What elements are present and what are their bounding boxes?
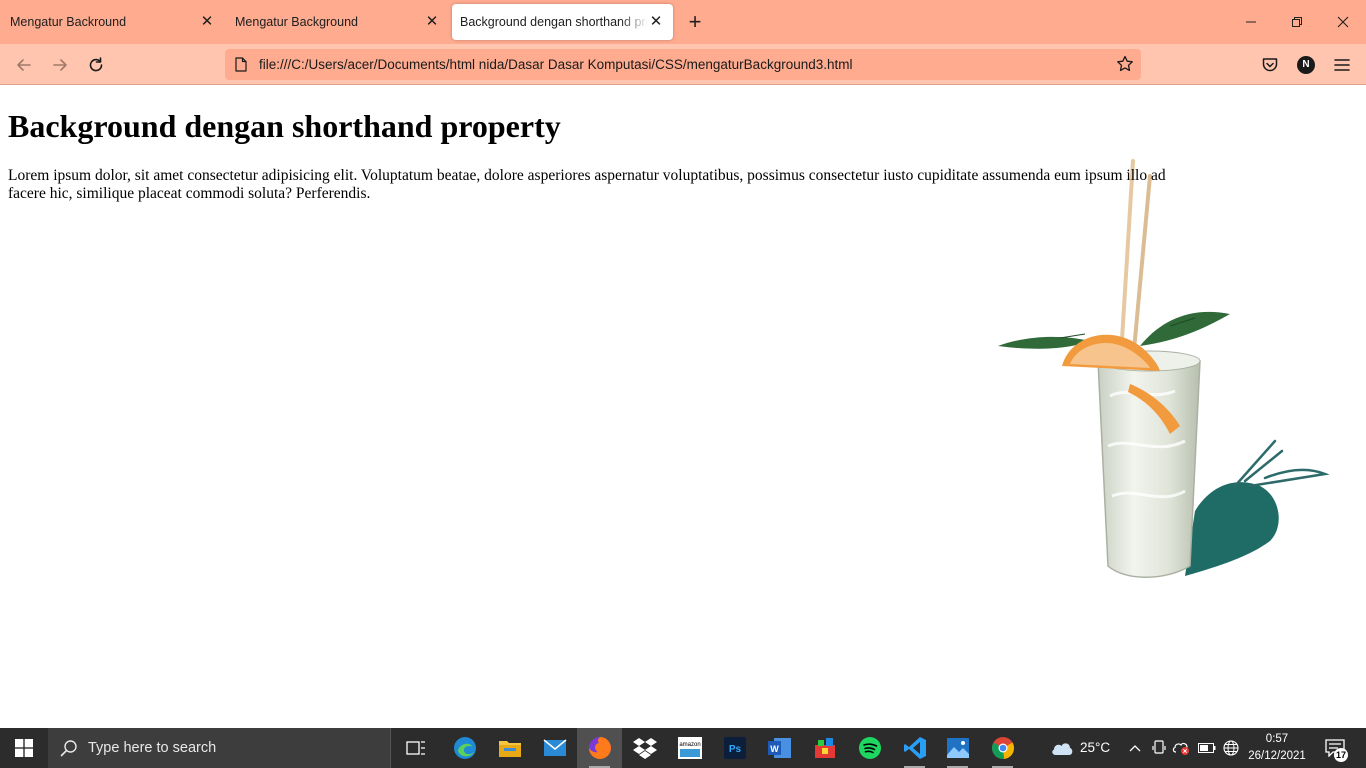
windows-start-icon[interactable]: [0, 728, 48, 768]
dropbox-icon[interactable]: [622, 728, 667, 768]
taskbar-clock[interactable]: 0:57 26/12/2021: [1244, 731, 1310, 765]
tab-label: Mengatur Background: [235, 15, 358, 29]
chrome-icon[interactable]: [980, 728, 1025, 768]
taskbar-search-box[interactable]: Type here to search: [48, 728, 391, 768]
new-tab-plus-icon[interactable]: +: [684, 11, 706, 33]
app-store-icon[interactable]: [802, 728, 847, 768]
battery-icon[interactable]: [1196, 728, 1218, 768]
minimize-window-icon[interactable]: [1228, 0, 1274, 44]
cocktail-background-image: [998, 159, 1330, 578]
page-viewport: Background dengan shorthand property Lor…: [0, 86, 1366, 728]
close-tab-icon[interactable]: ✕: [647, 13, 665, 31]
navigation-toolbar: file:///C:/Users/acer/Documents/html nid…: [0, 44, 1366, 85]
notification-count-badge: 17: [1334, 748, 1348, 762]
page-paragraph: Lorem ipsum dolor, sit amet consectetur …: [8, 167, 1166, 202]
globe-network-icon[interactable]: [1220, 728, 1242, 768]
chevron-up-icon[interactable]: [1124, 728, 1146, 768]
svg-text:Ps: Ps: [728, 744, 741, 755]
restore-window-icon[interactable]: [1274, 0, 1320, 44]
close-tab-icon[interactable]: ✕: [423, 13, 441, 31]
edge-icon[interactable]: [442, 728, 487, 768]
tab-label: Mengatur Backround: [10, 15, 127, 29]
clock-time: 0:57: [1265, 733, 1289, 745]
photos-icon[interactable]: [935, 728, 980, 768]
search-placeholder: Type here to search: [88, 740, 217, 756]
svg-text:W: W: [770, 744, 779, 754]
tab-label: Background dengan shorthand property: [460, 15, 648, 29]
close-window-icon[interactable]: [1320, 0, 1366, 44]
url-text[interactable]: file:///C:/Users/acer/Documents/html nid…: [259, 57, 853, 72]
weather-temperature[interactable]: 25°C: [1080, 740, 1110, 755]
bookmark-star-icon[interactable]: [1115, 54, 1135, 74]
word-icon[interactable]: W: [757, 728, 802, 768]
vscode-icon[interactable]: [892, 728, 937, 768]
photoshop-icon[interactable]: Ps: [712, 728, 757, 768]
notification-center-icon[interactable]: [1320, 728, 1350, 768]
cloud-sync-error-icon[interactable]: [1170, 728, 1192, 768]
amazon-icon[interactable]: amazon: [667, 728, 712, 768]
cloud-icon[interactable]: [1048, 728, 1076, 768]
page-icon: [235, 57, 247, 72]
spotify-icon[interactable]: [847, 728, 892, 768]
svg-text:amazon: amazon: [679, 742, 700, 748]
task-view-icon[interactable]: [393, 728, 438, 768]
device-icon[interactable]: [1148, 728, 1170, 768]
forward-arrow-icon[interactable]: [47, 52, 73, 78]
pocket-icon[interactable]: [1260, 55, 1280, 75]
reload-icon[interactable]: [83, 52, 109, 78]
account-avatar[interactable]: N: [1296, 55, 1316, 75]
hamburger-menu-icon[interactable]: [1332, 55, 1352, 75]
tab-mengatur-background[interactable]: Mengatur Background ✕: [225, 4, 449, 40]
address-bar[interactable]: file:///C:/Users/acer/Documents/html nid…: [225, 49, 1141, 80]
close-tab-icon[interactable]: ✕: [198, 13, 216, 31]
page-heading: Background dengan shorthand property: [8, 108, 561, 144]
avatar-initial: N: [1297, 56, 1315, 74]
tab-strip: Mengatur Backround ✕ Mengatur Background…: [0, 0, 1366, 44]
clock-date: 26/12/2021: [1248, 750, 1306, 762]
tab-mengatur-backround[interactable]: Mengatur Backround ✕: [0, 4, 224, 40]
back-arrow-icon[interactable]: [11, 52, 37, 78]
tab-background-shorthand-active[interactable]: Background dengan shorthand property ✕: [452, 4, 673, 40]
windows-taskbar: Type here to search amazon Ps W 25°C 0:5…: [0, 728, 1366, 768]
search-icon: [60, 740, 77, 757]
firefox-icon[interactable]: [577, 728, 622, 768]
file-explorer-icon[interactable]: [487, 728, 532, 768]
mail-icon[interactable]: [532, 728, 577, 768]
